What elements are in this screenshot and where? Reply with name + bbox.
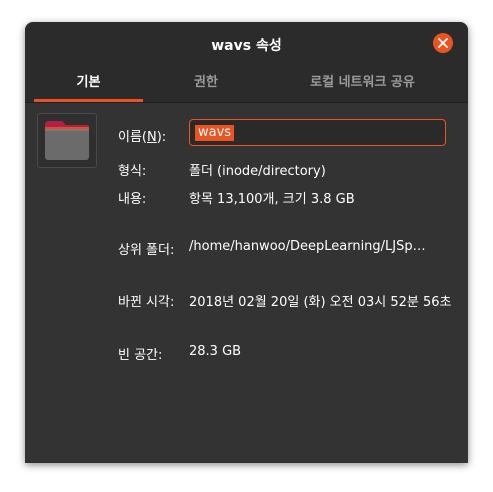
contents-value: 항목 13,100개, 크기 3.8 GB [189, 192, 355, 207]
free-space-value: 28.3 GB [189, 344, 242, 359]
parent-folder-value: /home/hanwoo/DeepLearning/LJSp… [189, 239, 426, 254]
folder-icon [45, 121, 89, 160]
name-label: 이름(N): [118, 130, 167, 145]
titlebar: wavs 속성 [25, 22, 468, 65]
name-field[interactable]: wavs [189, 119, 446, 146]
properties-dialog: wavs 속성 기본 권한 로컬 네트워크 공유 이름(N): wavs 형식:… [25, 22, 468, 463]
parent-folder-label: 상위 폴더: [118, 243, 175, 258]
tab-permissions[interactable]: 권한 [151, 65, 261, 102]
folder-icon-button[interactable] [37, 113, 97, 168]
tab-bar: 기본 권한 로컬 네트워크 공유 [25, 65, 468, 103]
tab-basic[interactable]: 기본 [34, 65, 143, 102]
modified-value: 2018년 02월 20일 (화) 오전 03시 52분 56초 [189, 295, 452, 310]
type-value: 폴더 (inode/directory) [189, 164, 326, 179]
tab-local-network-share[interactable]: 로컬 네트워크 공유 [265, 65, 460, 102]
window-title: wavs 속성 [211, 38, 282, 54]
active-tab-indicator [34, 99, 143, 102]
contents-label: 내용: [118, 192, 147, 207]
close-icon [438, 38, 448, 48]
modified-label: 바뀐 시각: [118, 295, 175, 310]
free-space-label: 빈 공간: [118, 348, 163, 363]
type-label: 형식: [118, 164, 147, 179]
name-field-value: wavs [195, 125, 235, 141]
close-button[interactable] [433, 33, 453, 53]
